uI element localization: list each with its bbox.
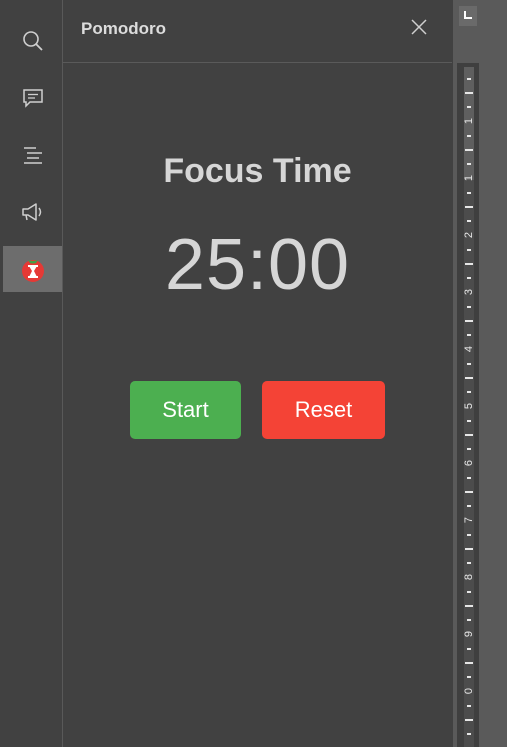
ruler-tick [467, 648, 471, 650]
ruler-number: 6 [463, 459, 475, 467]
ruler-tick [467, 505, 471, 507]
ruler-tick [467, 163, 471, 165]
ruler-tick [465, 263, 473, 265]
ruler-tick [467, 249, 471, 251]
ruler-tick [465, 320, 473, 322]
panel-title: Pomodoro [81, 19, 166, 38]
ruler-tick [465, 92, 473, 94]
sidebar-item-search[interactable] [3, 18, 62, 64]
tomato-icon [19, 256, 47, 282]
ruler-tick [467, 676, 471, 678]
ruler-tick [467, 135, 471, 137]
sidebar-rail [0, 0, 63, 747]
search-icon [22, 30, 44, 52]
ruler-tick [467, 619, 471, 621]
ruler-number: 9 [463, 630, 475, 638]
ruler-tick [467, 391, 471, 393]
ruler-tick [467, 306, 471, 308]
sidebar-item-navigation[interactable] [3, 132, 62, 178]
ruler-number: 1 [463, 117, 475, 125]
ruler-tick [465, 377, 473, 379]
ruler-tick [467, 220, 471, 222]
sidebar-item-comments[interactable] [3, 75, 62, 121]
ruler-tick [465, 662, 473, 664]
sidebar-item-pomodoro[interactable] [3, 246, 62, 292]
ruler-tick [465, 605, 473, 607]
close-icon [411, 18, 427, 40]
ruler-tick [467, 363, 471, 365]
ruler-tick [467, 477, 471, 479]
panel-header: Pomodoro [63, 0, 452, 63]
ruler-tick [467, 448, 471, 450]
ruler-tick [467, 562, 471, 564]
ruler-number: 5 [463, 402, 475, 410]
ruler-tick [465, 149, 473, 151]
sidebar-item-feedback[interactable] [3, 189, 62, 235]
ruler-tab-selector[interactable] [459, 6, 477, 26]
comment-icon [22, 88, 44, 108]
timer-display: 25:00 [164, 225, 351, 305]
ruler-tick [465, 719, 473, 721]
ruler-tick [467, 420, 471, 422]
ruler-number: 3 [463, 288, 475, 296]
pomodoro-panel: Pomodoro Focus Time 25:00 Start Reset [63, 0, 452, 747]
start-button[interactable]: Start [130, 381, 241, 439]
ruler-tick [467, 277, 471, 279]
text-align-icon [22, 145, 44, 165]
ruler-tick [467, 78, 471, 80]
ruler-number: 4 [463, 345, 475, 353]
ruler-tick [467, 534, 471, 536]
tab-stop-icon [463, 7, 473, 25]
ruler-bar: 1 1 2 3 4 5 6 7 8 9 0 [457, 63, 479, 747]
ruler-number: 2 [463, 231, 475, 239]
ruler-tick [465, 491, 473, 493]
ruler-tick [467, 192, 471, 194]
ruler-tick [467, 591, 471, 593]
ruler-tick [467, 106, 471, 108]
vertical-ruler: 1 1 2 3 4 5 6 7 8 9 0 [453, 0, 507, 747]
ruler-number: 1 [463, 174, 475, 182]
ruler-tick [467, 705, 471, 707]
close-button[interactable] [407, 17, 431, 41]
ruler-tick [465, 206, 473, 208]
timer-heading: Focus Time [163, 152, 352, 190]
ruler-tick [467, 733, 471, 735]
ruler-tick [465, 434, 473, 436]
ruler-number: 7 [463, 516, 475, 524]
ruler-number: 0 [463, 687, 475, 695]
ruler-tick [467, 334, 471, 336]
megaphone-icon [21, 202, 45, 222]
reset-button[interactable]: Reset [262, 381, 385, 439]
ruler-tick [465, 548, 473, 550]
app-window: Pomodoro Focus Time 25:00 Start Reset 1 … [0, 0, 507, 747]
ruler-number: 8 [463, 573, 475, 581]
